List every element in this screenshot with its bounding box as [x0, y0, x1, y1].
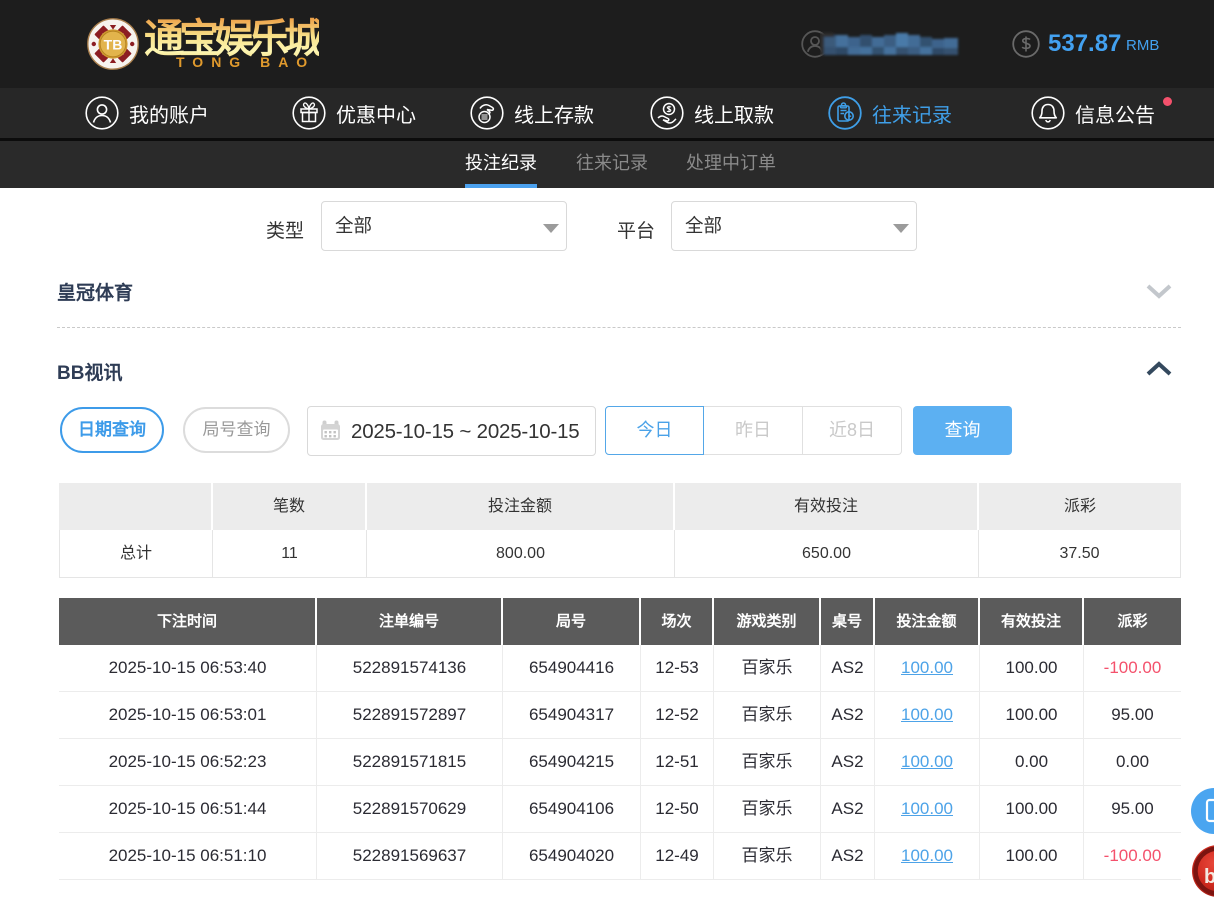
svg-text:TB: TB	[104, 37, 123, 53]
svg-text:b: b	[1204, 866, 1214, 888]
